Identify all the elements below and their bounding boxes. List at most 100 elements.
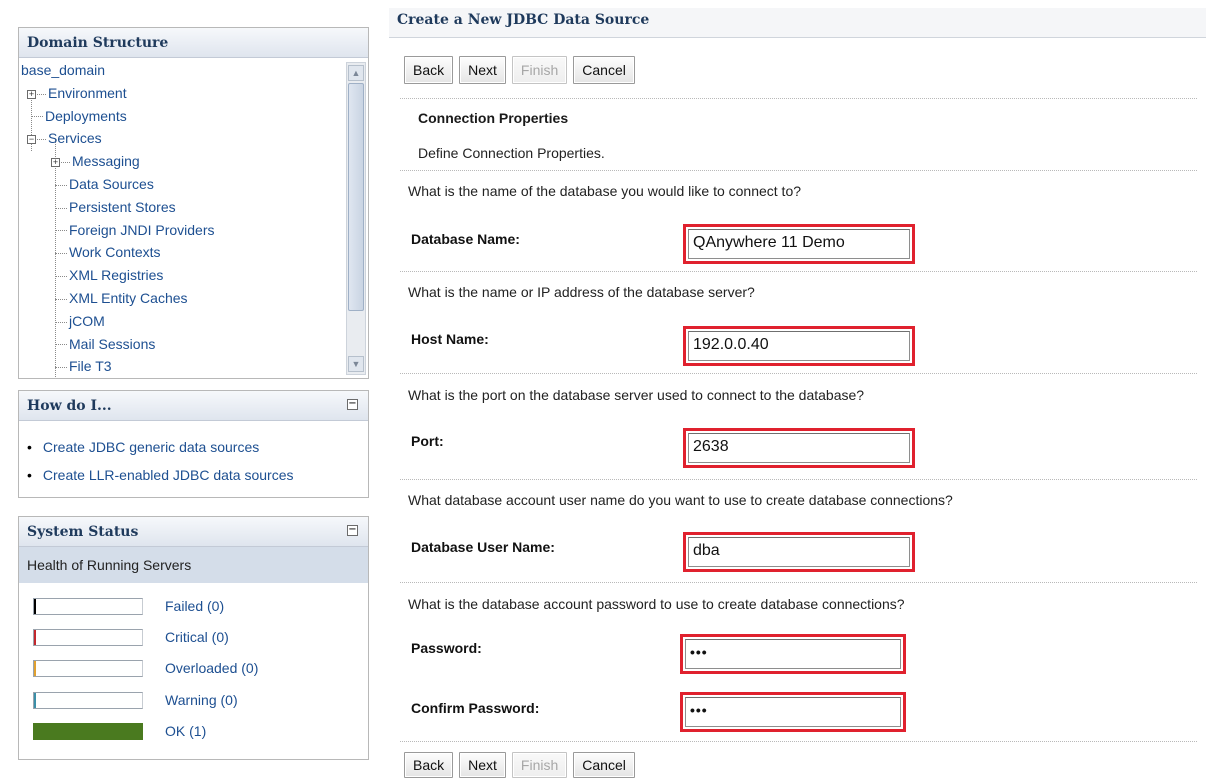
collapse-icon[interactable]: − bbox=[347, 399, 358, 410]
status-row-critical: Critical (0) bbox=[19, 624, 368, 655]
tree-label: XML Registries bbox=[69, 267, 164, 284]
tree-item-data-sources[interactable]: Data Sources bbox=[19, 173, 343, 196]
db-name-question: What is the name of the database you wou… bbox=[408, 183, 802, 199]
tree-label: Work Contexts bbox=[69, 244, 161, 261]
tree-item-work-contexts[interactable]: Work Contexts bbox=[19, 241, 343, 264]
tree-label: Deployments bbox=[45, 107, 127, 124]
tree-item-persistent-stores[interactable]: Persistent Stores bbox=[19, 196, 343, 219]
db-name-field[interactable]: QAnywhere 11 Demo bbox=[688, 229, 910, 259]
scroll-up-arrow-icon[interactable]: ▲ bbox=[348, 65, 364, 81]
tree-label: Mail Sessions bbox=[69, 335, 156, 352]
tree-item-messaging[interactable]: + Messaging bbox=[19, 150, 343, 173]
next-button[interactable]: Next bbox=[459, 752, 506, 778]
status-link-critical[interactable]: Critical (0) bbox=[165, 629, 229, 645]
cancel-button[interactable]: Cancel bbox=[573, 752, 635, 778]
back-button[interactable]: Back bbox=[404, 56, 454, 84]
how-do-i-title: How do I... − bbox=[19, 391, 368, 421]
tree-item-mail-sessions[interactable]: Mail Sessions bbox=[19, 333, 343, 356]
host-label: Host Name: bbox=[411, 331, 489, 347]
status-bar bbox=[33, 629, 143, 647]
status-row-overloaded: Overloaded (0) bbox=[19, 655, 368, 686]
how-do-i-title-text: How do I... bbox=[27, 398, 112, 414]
domain-structure-title: Domain Structure bbox=[19, 28, 368, 58]
password-question: What is the database account password to… bbox=[408, 596, 905, 612]
tree-label: Environment bbox=[48, 84, 127, 101]
db-name-label: Database Name: bbox=[411, 231, 520, 247]
status-row-failed: Failed (0) bbox=[19, 593, 368, 624]
domain-structure-panel: Domain Structure base_domain + Environmen… bbox=[18, 27, 369, 379]
status-row-ok: OK (1) bbox=[19, 718, 368, 749]
section-title: Connection Properties bbox=[418, 110, 569, 126]
tree-item-environment[interactable]: + Environment bbox=[19, 82, 343, 105]
port-question: What is the port on the database server … bbox=[408, 387, 865, 403]
confirm-password-label: Confirm Password: bbox=[411, 700, 540, 716]
tree-item-xml-entity-caches[interactable]: XML Entity Caches bbox=[19, 287, 343, 310]
tree-item-deployments[interactable]: Deployments bbox=[19, 105, 343, 128]
finish-button: Finish bbox=[511, 56, 568, 84]
tree-item-base-domain[interactable]: base_domain bbox=[19, 59, 343, 82]
port-highlight: 2638 bbox=[683, 428, 915, 468]
tree-label: Messaging bbox=[72, 153, 140, 170]
status-bar bbox=[33, 598, 143, 615]
page-title: Create a New JDBC Data Source bbox=[389, 8, 1206, 38]
status-bar bbox=[33, 660, 143, 678]
tree-item-file-t3[interactable]: File T3 bbox=[19, 355, 343, 378]
password-highlight: ••• bbox=[680, 634, 906, 674]
collapse-icon[interactable]: − bbox=[27, 135, 36, 145]
scroll-thumb[interactable] bbox=[348, 83, 364, 311]
domain-tree: base_domain + Environment Deployments − Se… bbox=[19, 59, 343, 378]
tree-item-xml-registries[interactable]: XML Registries bbox=[19, 264, 343, 287]
tree-label: base_domain bbox=[21, 62, 106, 78]
next-button[interactable]: Next bbox=[459, 56, 506, 84]
link-create-llr-jdbc[interactable]: Create LLR-enabled JDBC data sources bbox=[43, 467, 294, 483]
link-create-jdbc-generic[interactable]: Create JDBC generic data sources bbox=[43, 439, 259, 455]
password-label: Password: bbox=[411, 640, 482, 656]
top-button-bar: Back Next Finish Cancel bbox=[404, 56, 635, 84]
how-do-i-item: Create LLR-enabled JDBC data sources bbox=[27, 461, 368, 489]
bottom-button-bar: Back Next Finish Cancel bbox=[404, 752, 635, 778]
host-question: What is the name or IP address of the da… bbox=[408, 284, 755, 300]
system-status-title-text: System Status bbox=[27, 524, 139, 540]
tree-label: Services bbox=[48, 130, 102, 147]
db-name-highlight: QAnywhere 11 Demo bbox=[683, 224, 915, 264]
status-row-warning: Warning (0) bbox=[19, 687, 368, 718]
tree-label: Persistent Stores bbox=[69, 198, 176, 215]
finish-button: Finish bbox=[511, 752, 568, 778]
port-label: Port: bbox=[411, 433, 444, 449]
tree-label: File T3 bbox=[69, 358, 112, 375]
tree-item-foreign-jndi[interactable]: Foreign JNDI Providers bbox=[19, 219, 343, 242]
system-status-panel: System Status − Health of Running Server… bbox=[18, 516, 369, 760]
status-link-failed[interactable]: Failed (0) bbox=[165, 598, 224, 614]
status-bar bbox=[33, 691, 143, 709]
user-question: What database account user name do you w… bbox=[408, 492, 953, 508]
tree-label: Data Sources bbox=[69, 175, 154, 192]
status-bar bbox=[33, 722, 143, 740]
expand-icon[interactable]: + bbox=[27, 89, 36, 99]
section-description: Define Connection Properties. bbox=[418, 145, 605, 161]
status-link-warning[interactable]: Warning (0) bbox=[165, 692, 238, 708]
tree-item-services[interactable]: − Services bbox=[19, 127, 343, 150]
tree-scrollbar[interactable]: ▲ ▼ bbox=[346, 62, 366, 375]
expand-icon[interactable]: + bbox=[51, 157, 60, 167]
cancel-button[interactable]: Cancel bbox=[573, 56, 635, 84]
confirm-password-field[interactable]: ••• bbox=[685, 697, 901, 727]
how-do-i-panel: How do I... − Create JDBC generic data s… bbox=[18, 390, 369, 498]
password-field[interactable]: ••• bbox=[685, 639, 901, 669]
host-field[interactable]: 192.0.0.40 bbox=[688, 331, 910, 361]
scroll-down-arrow-icon[interactable]: ▼ bbox=[348, 356, 364, 372]
system-status-title: System Status − bbox=[19, 517, 368, 547]
back-button[interactable]: Back bbox=[404, 752, 454, 778]
how-do-i-item: Create JDBC generic data sources bbox=[27, 433, 368, 461]
health-subtitle: Health of Running Servers bbox=[19, 547, 368, 583]
user-highlight: dba bbox=[683, 532, 915, 572]
user-label: Database User Name: bbox=[411, 539, 555, 555]
tree-label: XML Entity Caches bbox=[69, 289, 188, 306]
collapse-icon[interactable]: − bbox=[347, 525, 358, 536]
tree-item-jcom[interactable]: jCOM bbox=[19, 310, 343, 333]
status-link-ok[interactable]: OK (1) bbox=[165, 723, 206, 739]
status-link-overloaded[interactable]: Overloaded (0) bbox=[165, 660, 258, 676]
port-field[interactable]: 2638 bbox=[688, 433, 910, 463]
user-field[interactable]: dba bbox=[688, 537, 910, 567]
tree-label: Foreign JNDI Providers bbox=[69, 221, 215, 238]
tree-label: jCOM bbox=[69, 312, 105, 329]
